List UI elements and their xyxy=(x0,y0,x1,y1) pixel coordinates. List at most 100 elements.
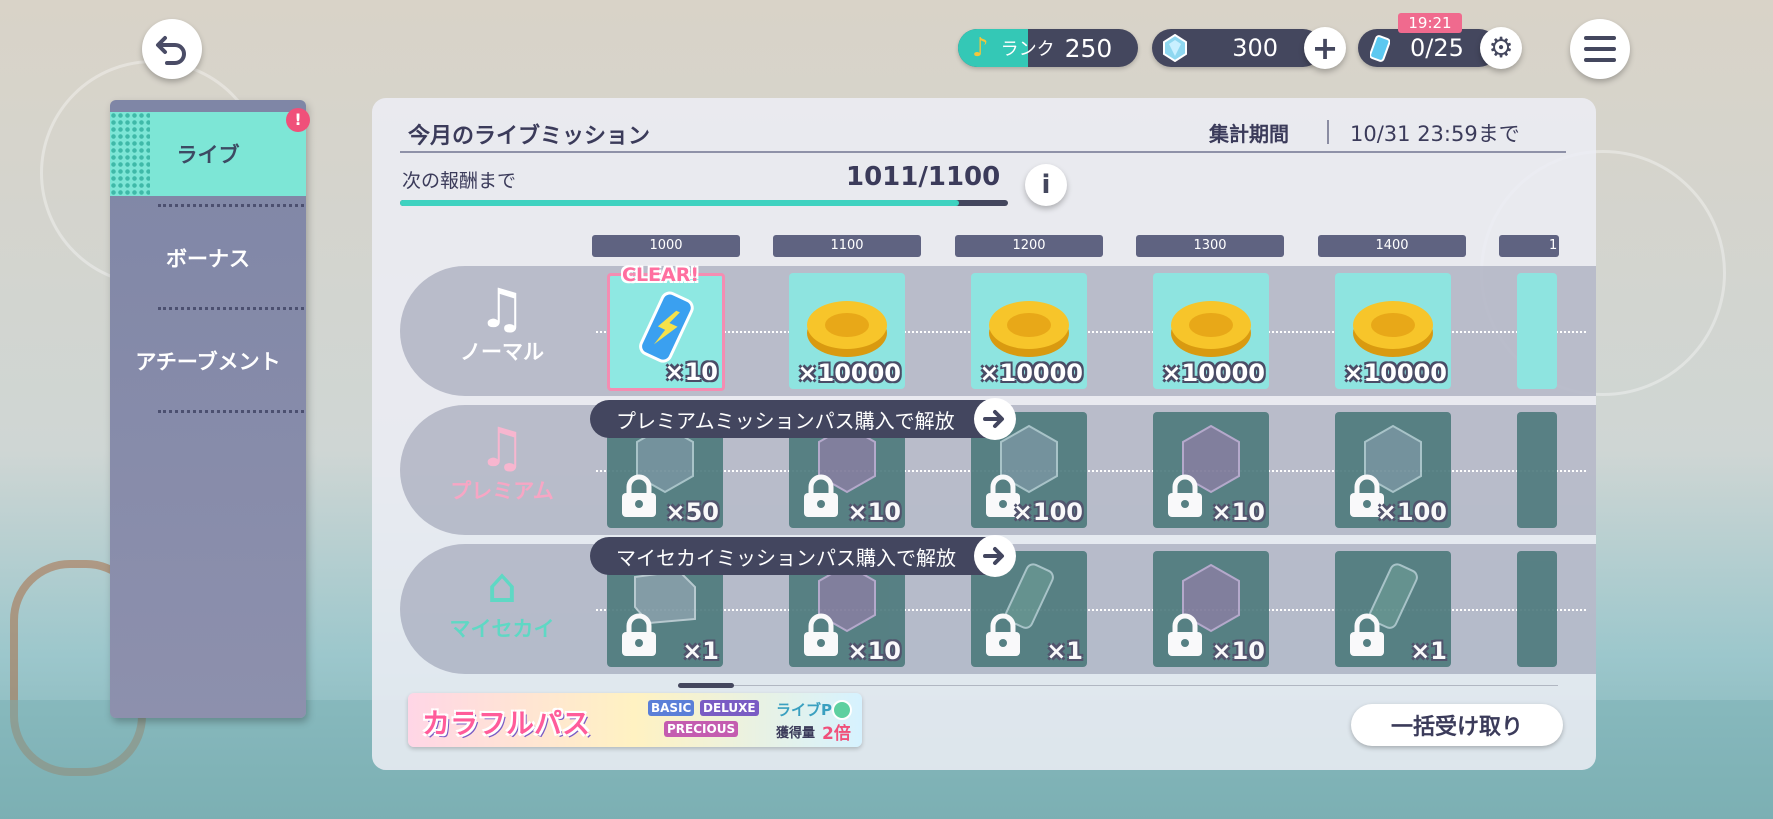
reward-quantity: ×10 xyxy=(847,498,901,526)
reward-quantity: ×1 xyxy=(1046,637,1083,665)
sparkle-note-icon: ♫ xyxy=(477,416,527,479)
reward-cell[interactable]: ×10 xyxy=(1153,412,1269,528)
back-button[interactable] xyxy=(142,19,202,79)
reward-cell-partial[interactable] xyxy=(1517,551,1557,667)
coin-icon xyxy=(989,301,1069,357)
sidebar-item-label: ライブ xyxy=(176,143,240,167)
reward-quantity: ×1 xyxy=(682,637,719,665)
page-title: 今月のライブミッション xyxy=(408,124,651,149)
banner-line1: ライブP xyxy=(776,701,832,719)
reward-quantity: ×100 xyxy=(1012,498,1083,526)
sidebar-item-label: アチーブメント xyxy=(135,350,281,374)
info-button[interactable]: i xyxy=(1025,164,1067,206)
period-label: 集計期間 xyxy=(1209,122,1289,146)
progress-text: 1011/1100 xyxy=(846,162,1001,192)
track-label-premium: ♫ プレミアム xyxy=(446,421,558,505)
music-note-icon: ♫ xyxy=(477,277,527,340)
banner-tag-basic: BASIC xyxy=(648,700,695,716)
arrow-right-icon xyxy=(974,398,1016,440)
energy-drink-icon xyxy=(639,291,694,363)
notification-badge: ! xyxy=(286,108,310,132)
menu-button[interactable] xyxy=(1570,19,1630,79)
lock-icon xyxy=(1168,613,1202,656)
tier-label: 1200 xyxy=(955,235,1103,257)
colorful-pass-banner[interactable]: カラフルパス BASIC DELUXE PRECIOUS ライブP 獲得量 2倍 xyxy=(408,693,862,747)
track-name: マイセカイ xyxy=(449,616,555,641)
tier-label: 1000 xyxy=(592,235,740,257)
lock-icon xyxy=(1350,613,1384,656)
reward-quantity: ×10000 xyxy=(1161,359,1265,387)
reward-cell[interactable]: ×100 xyxy=(1335,412,1451,528)
reward-cell[interactable]: ×1 xyxy=(1335,551,1451,667)
reward-quantity: ×50 xyxy=(665,498,719,526)
track-label-myseikai: ⌂ マイセカイ xyxy=(446,560,558,643)
info-icon: i xyxy=(1041,170,1051,200)
sidebar-item-bonus[interactable]: ボーナス xyxy=(110,216,306,300)
sidebar: ライブ ! ボーナス アチーブメント xyxy=(110,100,310,718)
reward-cell[interactable]: ×10 xyxy=(1153,551,1269,667)
stamina-display: 0/25 xyxy=(1358,29,1498,67)
reward-cell[interactable]: ×10000 xyxy=(971,273,1087,389)
reward-cell-partial[interactable] xyxy=(1517,412,1557,528)
banner-tag-deluxe: DELUXE xyxy=(700,700,759,716)
reward-cell[interactable]: ×10000 xyxy=(1335,273,1451,389)
sidebar-item-live[interactable]: ライブ xyxy=(110,112,306,196)
active-pattern xyxy=(110,112,150,196)
music-note-icon: ♪ xyxy=(972,33,989,63)
lock-icon xyxy=(622,474,656,517)
period-divider xyxy=(1327,120,1329,144)
clock-badge: 19:21 xyxy=(1398,13,1462,33)
back-arrow-icon xyxy=(156,36,186,65)
tier-label: 1100 xyxy=(773,235,921,257)
reward-quantity: ×10 xyxy=(1211,498,1265,526)
premium-unlock-button[interactable]: プレミアムミッションパス購入で解放 xyxy=(590,398,1016,440)
track-name: プレミアム xyxy=(450,479,554,503)
lock-icon xyxy=(1168,474,1202,517)
reward-cell[interactable]: ×10000 xyxy=(789,273,905,389)
claim-all-button[interactable]: 一括受け取り xyxy=(1351,704,1563,746)
lock-icon xyxy=(986,613,1020,656)
tier-label: 1300 xyxy=(1136,235,1284,257)
sidebar-item-achievement[interactable]: アチーブメント xyxy=(110,319,306,403)
next-reward-label: 次の報酬まで xyxy=(402,170,517,192)
reward-cell[interactable]: ×10 xyxy=(607,273,725,391)
header-rule xyxy=(400,151,1566,153)
reward-quantity: ×10 xyxy=(847,637,901,665)
banner-line2-emph: 2倍 xyxy=(822,724,851,744)
unlock-text: マイセカイミッションパス購入で解放 xyxy=(616,545,956,570)
myseikai-unlock-button[interactable]: マイセカイミッションパス購入で解放 xyxy=(590,535,1016,577)
live-p-icon xyxy=(832,700,852,720)
track-label-normal: ♫ ノーマル xyxy=(446,282,558,366)
coin-icon xyxy=(807,301,887,357)
banner-title: カラフルパス xyxy=(422,707,591,740)
progress-bar xyxy=(400,200,1008,206)
divider xyxy=(158,307,304,310)
reward-quantity: ×100 xyxy=(1376,498,1447,526)
stamina-count: 0/25 xyxy=(1410,34,1464,62)
add-gems-button[interactable]: + xyxy=(1304,27,1346,69)
unlock-text: プレミアムミッションパス購入で解放 xyxy=(616,408,955,433)
rank-label: ランク xyxy=(1000,39,1055,60)
house-icon: ⌂ xyxy=(486,558,518,614)
divider xyxy=(158,410,304,413)
reward-quantity: ×10000 xyxy=(1343,359,1447,387)
progress-fill xyxy=(400,200,960,206)
settings-button[interactable]: ⚙ xyxy=(1480,27,1522,69)
reward-cell-partial[interactable] xyxy=(1517,273,1557,389)
clear-badge: CLEAR! xyxy=(622,264,700,286)
lock-icon xyxy=(804,474,838,517)
coin-icon xyxy=(1353,301,1433,357)
plus-icon: + xyxy=(1311,29,1339,67)
hamburger-icon xyxy=(1584,36,1616,62)
banner-line2-prefix: 獲得量 xyxy=(776,726,816,741)
reward-quantity: ×10 xyxy=(1211,637,1265,665)
lock-icon xyxy=(804,613,838,656)
reward-quantity: ×1 xyxy=(1410,637,1447,665)
gem-count: 300 xyxy=(1232,34,1278,62)
rank-value: 250 xyxy=(1064,33,1113,63)
reward-quantity: ×10000 xyxy=(797,359,901,387)
gem-icon xyxy=(1163,34,1187,62)
arrow-right-icon xyxy=(974,535,1016,577)
reward-cell[interactable]: ×10000 xyxy=(1153,273,1269,389)
rank-display: ♪ ランク 250 xyxy=(958,29,1138,67)
